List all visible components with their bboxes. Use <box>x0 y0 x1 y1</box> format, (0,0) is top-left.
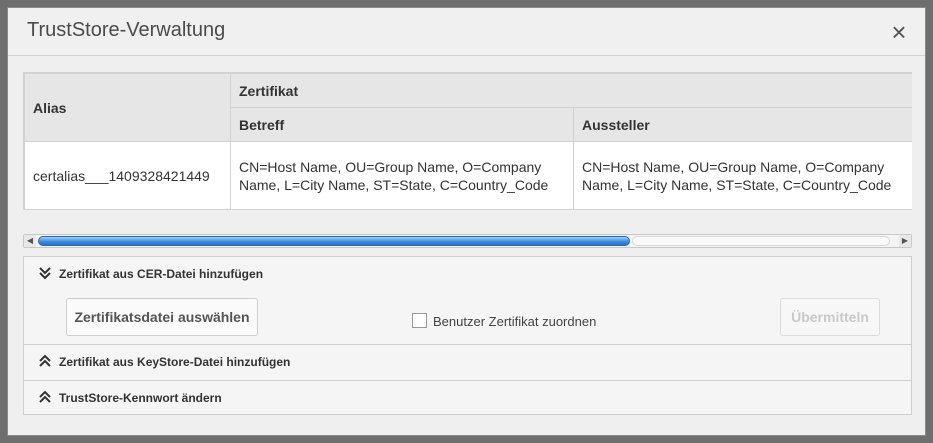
submit-button[interactable]: Übermitteln <box>780 298 880 336</box>
column-header-subject[interactable]: Betreff <box>230 107 574 142</box>
certificate-table: Alias Zertifikat Betreff Aussteller cert… <box>23 72 912 210</box>
table-row[interactable]: certalias___1409328421449 CN=Host Name, … <box>24 141 912 209</box>
section-cer-label: Zertifikat aus CER-Datei hinzufügen <box>59 267 264 281</box>
cell-issuer-line: CN=Host Name, OU=Group Name, O=Company <box>582 158 885 175</box>
column-header-issuer[interactable]: Aussteller <box>573 107 912 142</box>
dialog-title: TrustStore-Verwaltung <box>27 19 226 41</box>
chevron-double-up-icon <box>39 390 51 403</box>
section-password-header[interactable]: TrustStore-Kennwort ändern <box>24 381 911 415</box>
cell-issuer-line: Name, L=City Name, ST=State, C=Country_C… <box>582 176 892 193</box>
scroll-right-icon[interactable]: ▶ <box>899 235 911 247</box>
cell-alias: certalias___1409328421449 <box>24 141 231 209</box>
column-header-certificate: Zertifikat <box>230 73 912 108</box>
scroll-thumb[interactable] <box>38 236 630 246</box>
cell-subject-line: Name, L=City Name, ST=State, C=Country_C… <box>239 176 549 193</box>
assign-user-certificate-label: Benutzer Zertifikat zuordnen <box>433 314 597 329</box>
import-panel: Zertifikat aus CER-Datei hinzufügen Zert… <box>23 256 912 415</box>
section-cer-header[interactable]: Zertifikat aus CER-Datei hinzufügen <box>24 257 911 291</box>
truststore-dialog: TrustStore-Verwaltung × Alias Zertifikat… <box>7 7 926 436</box>
chevron-double-up-icon <box>39 354 51 367</box>
select-certificate-file-button[interactable]: Zertifikatsdatei auswählen <box>66 298 258 336</box>
cell-subject-line: CN=Host Name, OU=Group Name, O=Company <box>239 158 542 175</box>
column-header-alias[interactable]: Alias <box>24 73 231 142</box>
scroll-rail <box>632 236 890 246</box>
assign-user-certificate-checkbox[interactable] <box>412 313 427 328</box>
scroll-left-icon[interactable]: ◀ <box>24 235 36 247</box>
section-keystore-header[interactable]: Zertifikat aus KeyStore-Datei hinzufügen <box>24 345 911 379</box>
close-icon[interactable]: × <box>887 19 911 45</box>
chevron-double-down-icon <box>39 267 51 280</box>
cell-subject: CN=Host Name, OU=Group Name, O=Company N… <box>230 141 574 209</box>
section-keystore-label: Zertifikat aus KeyStore-Datei hinzufügen <box>59 355 291 369</box>
cell-issuer: CN=Host Name, OU=Group Name, O=Company N… <box>573 141 912 209</box>
section-password-label: TrustStore-Kennwort ändern <box>59 391 222 405</box>
horizontal-scrollbar[interactable]: ◀ ▶ <box>23 234 912 248</box>
dialog-title-bar: TrustStore-Verwaltung × <box>8 8 925 56</box>
